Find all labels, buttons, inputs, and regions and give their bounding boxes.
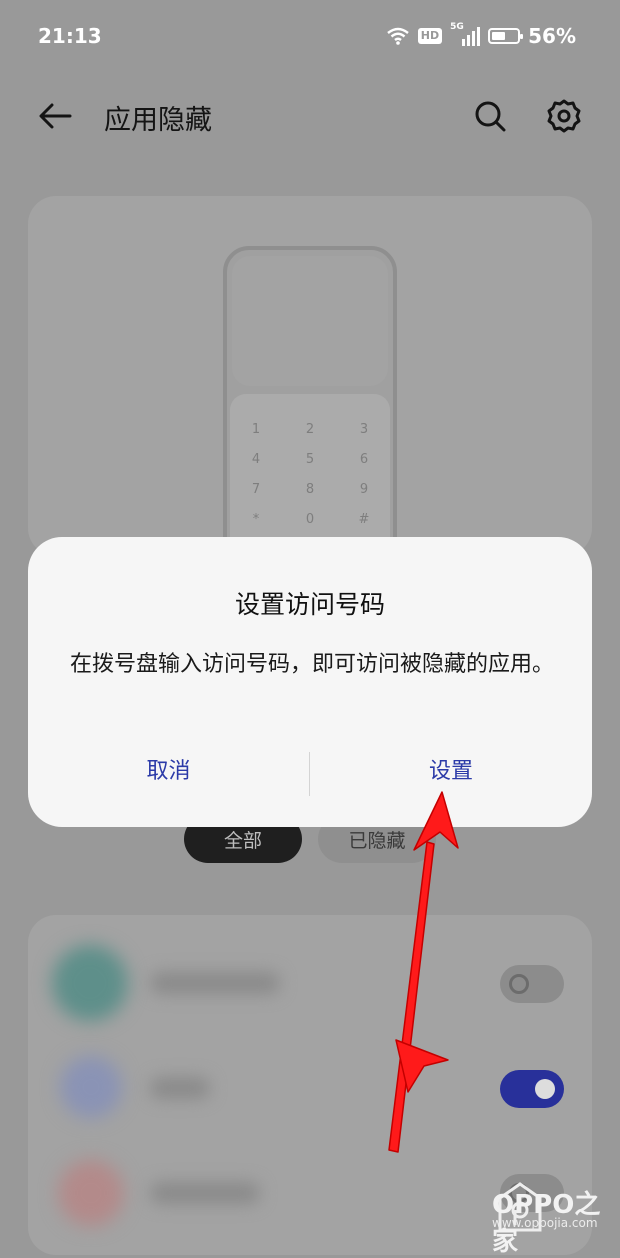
app-name-placeholder bbox=[150, 1182, 260, 1204]
gear-icon[interactable] bbox=[546, 98, 582, 134]
set-button[interactable]: 设置 bbox=[310, 752, 592, 792]
dialpad-key: 6 bbox=[359, 452, 369, 467]
battery-percent: 56% bbox=[528, 24, 576, 48]
dialpad-key: 5 bbox=[305, 452, 315, 467]
dialpad-key: 4 bbox=[251, 452, 261, 467]
signal-icon: 5G bbox=[450, 22, 481, 46]
dialpad-key: 1 bbox=[251, 422, 261, 437]
battery-icon bbox=[488, 28, 524, 44]
hide-app-toggle[interactable] bbox=[500, 965, 564, 1003]
toggle-knob bbox=[509, 974, 529, 994]
watermark-url: www.oppojia.com bbox=[492, 1216, 598, 1230]
battery-fill bbox=[492, 32, 506, 40]
network-label: 5G bbox=[450, 22, 464, 32]
hide-app-toggle[interactable] bbox=[500, 1070, 564, 1108]
app-name-placeholder bbox=[150, 972, 280, 994]
dialpad-key: * bbox=[252, 512, 260, 527]
hd-badge: HD bbox=[417, 28, 443, 44]
dialog-title: 设置访问号码 bbox=[234, 590, 385, 619]
status-icons: HD 5G 56% bbox=[386, 22, 576, 48]
app-icon bbox=[58, 1160, 124, 1226]
dialpad-key: 8 bbox=[305, 482, 315, 497]
dialpad-key: 9 bbox=[359, 482, 369, 497]
cancel-button[interactable]: 取消 bbox=[28, 752, 309, 792]
search-icon[interactable] bbox=[472, 98, 508, 134]
dialpad-key: 0 bbox=[305, 512, 315, 527]
status-time: 21:13 bbox=[38, 24, 102, 48]
toggle-knob bbox=[535, 1079, 555, 1099]
app-name-placeholder bbox=[150, 1077, 210, 1099]
app-icon bbox=[60, 1056, 122, 1118]
back-arrow-icon[interactable] bbox=[36, 96, 76, 136]
wifi-icon bbox=[387, 27, 409, 45]
dialog-message: 在拨号盘输入访问号码，即可访问被隐藏的应用。 bbox=[70, 652, 555, 677]
phone-screen bbox=[232, 256, 388, 386]
app-icon bbox=[52, 945, 128, 1021]
dialpad-key: 3 bbox=[359, 422, 369, 437]
page-title: 应用隐藏 bbox=[104, 105, 212, 136]
dialpad-key: 7 bbox=[251, 482, 261, 497]
dialpad-key: # bbox=[358, 512, 370, 527]
dialpad-key: 2 bbox=[305, 422, 315, 437]
